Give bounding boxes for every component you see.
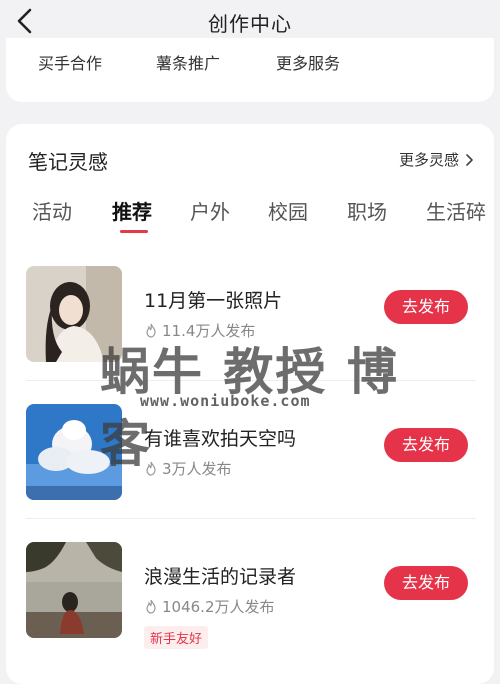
count-text: 3万人发布 bbox=[162, 460, 232, 478]
list-item[interactable]: 浪漫生活的记录者 1046.2万人发布 去发布 新手友好 bbox=[6, 542, 494, 650]
publish-button[interactable]: 去发布 bbox=[384, 566, 468, 600]
service-chips-promotion[interactable]: 薯条推广 bbox=[156, 50, 220, 74]
active-tab-indicator bbox=[120, 230, 148, 233]
tab-activity[interactable]: 活动 bbox=[32, 196, 72, 225]
page-title: 创作中心 bbox=[208, 12, 292, 36]
tab-workplace[interactable]: 职场 bbox=[347, 196, 387, 225]
list-item[interactable]: 11月第一张照片 11.4万人发布 去发布 bbox=[6, 266, 494, 374]
flame-icon bbox=[146, 323, 156, 338]
item-publish-count: 11.4万人发布 bbox=[144, 320, 255, 341]
thumbnail-image bbox=[26, 266, 122, 362]
flame-icon bbox=[146, 599, 156, 614]
service-more[interactable]: 更多服务 bbox=[276, 50, 340, 74]
thumbnail-image bbox=[26, 542, 122, 638]
more-label: 更多灵感 bbox=[398, 151, 459, 169]
thumbnail-image bbox=[26, 404, 122, 500]
divider bbox=[26, 380, 476, 381]
item-publish-count: 3万人发布 bbox=[144, 458, 232, 479]
item-title: 浪漫生活的记录者 bbox=[144, 566, 297, 588]
tab-recommended[interactable]: 推荐 bbox=[112, 196, 152, 225]
item-title: 有谁喜欢拍天空吗 bbox=[144, 428, 297, 450]
tab-outdoor[interactable]: 户外 bbox=[190, 196, 230, 225]
divider bbox=[26, 518, 476, 519]
services-card: 买手合作 薯条推广 更多服务 bbox=[6, 38, 494, 102]
note-inspiration-card: 笔记灵感 更多灵感 活动 推荐 户外 校园 职场 生活碎 11月第一张照片 11… bbox=[6, 124, 494, 684]
more-inspiration-link[interactable]: 更多灵感 bbox=[399, 149, 474, 170]
tab-campus[interactable]: 校园 bbox=[268, 196, 308, 225]
category-tabs: 活动 推荐 户外 校园 职场 生活碎 bbox=[6, 196, 494, 236]
item-publish-count: 1046.2万人发布 bbox=[144, 596, 275, 617]
list-item[interactable]: 有谁喜欢拍天空吗 3万人发布 去发布 bbox=[6, 404, 494, 512]
section-title: 笔记灵感 bbox=[28, 150, 108, 174]
beginner-friendly-badge: 新手友好 bbox=[144, 626, 209, 649]
flame-icon bbox=[146, 461, 156, 476]
tab-life[interactable]: 生活碎 bbox=[426, 196, 486, 225]
chevron-right-icon bbox=[466, 153, 473, 166]
count-text: 11.4万人发布 bbox=[162, 322, 256, 340]
service-buyer-cooperation[interactable]: 买手合作 bbox=[38, 50, 102, 74]
item-title: 11月第一张照片 bbox=[144, 290, 283, 312]
publish-button[interactable]: 去发布 bbox=[384, 428, 468, 462]
count-text: 1046.2万人发布 bbox=[162, 598, 275, 616]
publish-button[interactable]: 去发布 bbox=[384, 290, 468, 324]
